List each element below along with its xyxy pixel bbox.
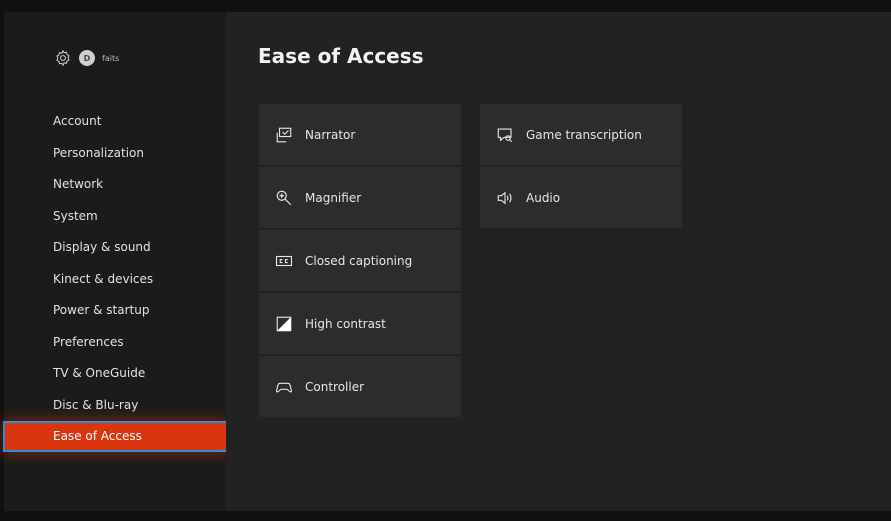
page-title: Ease of Access [258, 44, 424, 68]
tile-label: Audio [526, 190, 561, 205]
sidebar-item-tv-oneguide[interactable]: TV & OneGuide [4, 358, 226, 390]
sidebar-item-personalization[interactable]: Personalization [4, 138, 226, 170]
sidebar-item-preferences[interactable]: Preferences [4, 327, 226, 359]
closed-captioning-tile[interactable]: Closed captioning [259, 230, 461, 291]
narrator-icon [275, 126, 293, 144]
sidebar-item-disc-bluray[interactable]: Disc & Blu-ray [4, 390, 226, 422]
audio-tile[interactable]: Audio [480, 167, 682, 228]
game-transcription-tile[interactable]: Game transcription [480, 104, 682, 165]
controller-tile[interactable]: Controller [259, 356, 461, 417]
sidebar-item-system[interactable]: System [4, 201, 226, 233]
tile-label: High contrast [305, 316, 386, 331]
sidebar-item-network[interactable]: Network [4, 169, 226, 201]
avatar[interactable]: D [79, 50, 95, 66]
tile-label: Game transcription [526, 127, 642, 142]
sidebar-nav: Account Personalization Network System D… [3, 106, 228, 452]
tile-label: Magnifier [305, 190, 362, 205]
profile-bar: D faits [54, 48, 119, 68]
main-content: Ease of Access Narrator Magnifier Closed… [226, 12, 891, 511]
gamertag: faits [102, 53, 120, 63]
settings-window: D faits Account Personalization Network … [3, 12, 891, 511]
tile-label: Controller [305, 379, 365, 394]
high-contrast-icon [275, 315, 293, 333]
sidebar-item-account[interactable]: Account [4, 106, 226, 138]
settings-sidebar: D faits Account Personalization Network … [3, 12, 228, 511]
sidebar-item-power-startup[interactable]: Power & startup [4, 295, 226, 327]
controller-icon [275, 378, 293, 396]
sidebar-item-kinect-devices[interactable]: Kinect & devices [4, 264, 226, 296]
closed-captioning-icon [275, 252, 293, 270]
magnifier-icon [275, 189, 293, 207]
sidebar-item-ease-of-access[interactable]: Ease of Access [3, 421, 228, 452]
tile-label: Closed captioning [305, 253, 413, 268]
high-contrast-tile[interactable]: High contrast [259, 293, 461, 354]
magnifier-tile[interactable]: Magnifier [259, 167, 461, 228]
game-transcription-icon [496, 126, 514, 144]
narrator-tile[interactable]: Narrator [259, 104, 461, 165]
gear-icon [54, 49, 72, 67]
speaker-icon [496, 189, 514, 207]
sidebar-item-display-sound[interactable]: Display & sound [4, 232, 226, 264]
tile-label: Narrator [305, 127, 356, 142]
